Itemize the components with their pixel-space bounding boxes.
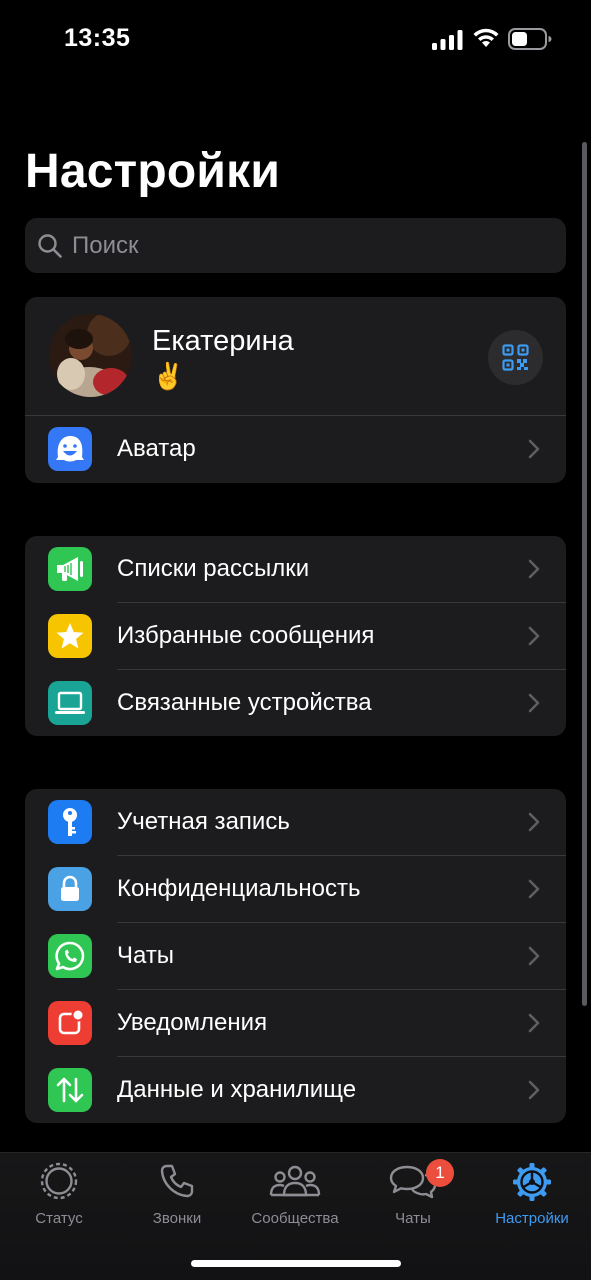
chevron-right-icon [528, 946, 540, 966]
chevron-right-icon [528, 879, 540, 899]
settings-gear-icon [513, 1163, 551, 1201]
key-icon [48, 800, 92, 844]
profile-name: Екатерина [152, 325, 294, 357]
profile-row[interactable]: Екатерина ✌️ [25, 297, 566, 415]
star-icon [48, 614, 92, 658]
chevron-right-icon [528, 1013, 540, 1033]
tab-label: Сообщества [251, 1210, 339, 1227]
status-time: 13:35 [64, 24, 131, 52]
notification-icon [48, 1001, 92, 1045]
qr-code-icon [502, 344, 529, 371]
settings-row-chats[interactable]: Чаты [25, 923, 566, 989]
phone-icon [160, 1164, 194, 1198]
chevron-right-icon [528, 1080, 540, 1100]
tab-label: Звонки [152, 1210, 202, 1227]
tab-label: Настройки [495, 1210, 569, 1227]
unread-badge: 1 [426, 1159, 454, 1187]
settings-row-label: Избранные сообщения [117, 622, 375, 649]
settings-group: Учетная запись Конфиденциальность Чаты У… [25, 789, 566, 1123]
lock-icon [48, 867, 92, 911]
qr-code-button[interactable] [488, 330, 543, 385]
megaphone-icon [48, 547, 92, 591]
avatar[interactable] [49, 314, 132, 397]
arrows-up-down-icon [48, 1068, 92, 1112]
settings-row-label: Конфиденциальность [117, 875, 361, 902]
search-bar[interactable] [25, 218, 566, 273]
chevron-right-icon [528, 693, 540, 713]
home-indicator[interactable] [191, 1260, 401, 1267]
settings-row-account[interactable]: Учетная запись [25, 789, 566, 855]
scrollbar[interactable] [582, 142, 587, 1006]
search-input[interactable] [72, 218, 552, 273]
profile-card: Екатерина ✌️ Аватар [25, 297, 566, 483]
chevron-right-icon [528, 439, 540, 459]
settings-row-privacy[interactable]: Конфиденциальность [25, 856, 566, 922]
tab-settings[interactable]: Настройки [473, 1153, 591, 1263]
chevron-right-icon [528, 626, 540, 646]
settings-row-label: Связанные устройства [117, 689, 372, 716]
whatsapp-icon [48, 934, 92, 978]
laptop-icon [48, 681, 92, 725]
settings-row-label: Уведомления [117, 1009, 268, 1036]
tab-label: Чаты [395, 1210, 431, 1227]
wifi-icon [473, 28, 499, 47]
settings-row-broadcast-lists[interactable]: Списки рассылки [25, 536, 566, 602]
profile-status: ✌️ [152, 361, 185, 391]
search-icon [38, 234, 62, 258]
tab-chats[interactable]: 1 Чаты [354, 1153, 472, 1263]
communities-icon [269, 1165, 321, 1197]
settings-row-data-storage[interactable]: Данные и хранилище [25, 1057, 566, 1123]
tools-group: Списки рассылки Избранные сообщения Связ… [25, 536, 566, 736]
avatar-face-icon [48, 427, 92, 471]
status-icon [40, 1162, 78, 1200]
settings-row-notifications[interactable]: Уведомления [25, 990, 566, 1056]
page-title: Настройки [25, 145, 281, 198]
tab-calls[interactable]: Звонки [118, 1153, 236, 1263]
settings-row-label: Аватар [117, 435, 196, 462]
chevron-right-icon [528, 559, 540, 579]
tab-status[interactable]: Статус [0, 1153, 118, 1263]
battery-icon [508, 28, 552, 50]
chevron-right-icon [528, 812, 540, 832]
tab-label: Статус [35, 1210, 83, 1227]
settings-row-starred-messages[interactable]: Избранные сообщения [25, 603, 566, 669]
tab-communities[interactable]: Сообщества [236, 1153, 354, 1263]
status-bar: 13:35 [0, 0, 591, 80]
settings-row-label: Списки рассылки [117, 555, 310, 582]
settings-row-label: Данные и хранилище [117, 1076, 357, 1103]
settings-row-avatar[interactable]: Аватар [25, 416, 566, 482]
settings-row-linked-devices[interactable]: Связанные устройства [25, 670, 566, 736]
settings-row-label: Чаты [117, 942, 175, 969]
settings-row-label: Учетная запись [117, 808, 290, 835]
cellular-signal-icon [432, 30, 463, 50]
